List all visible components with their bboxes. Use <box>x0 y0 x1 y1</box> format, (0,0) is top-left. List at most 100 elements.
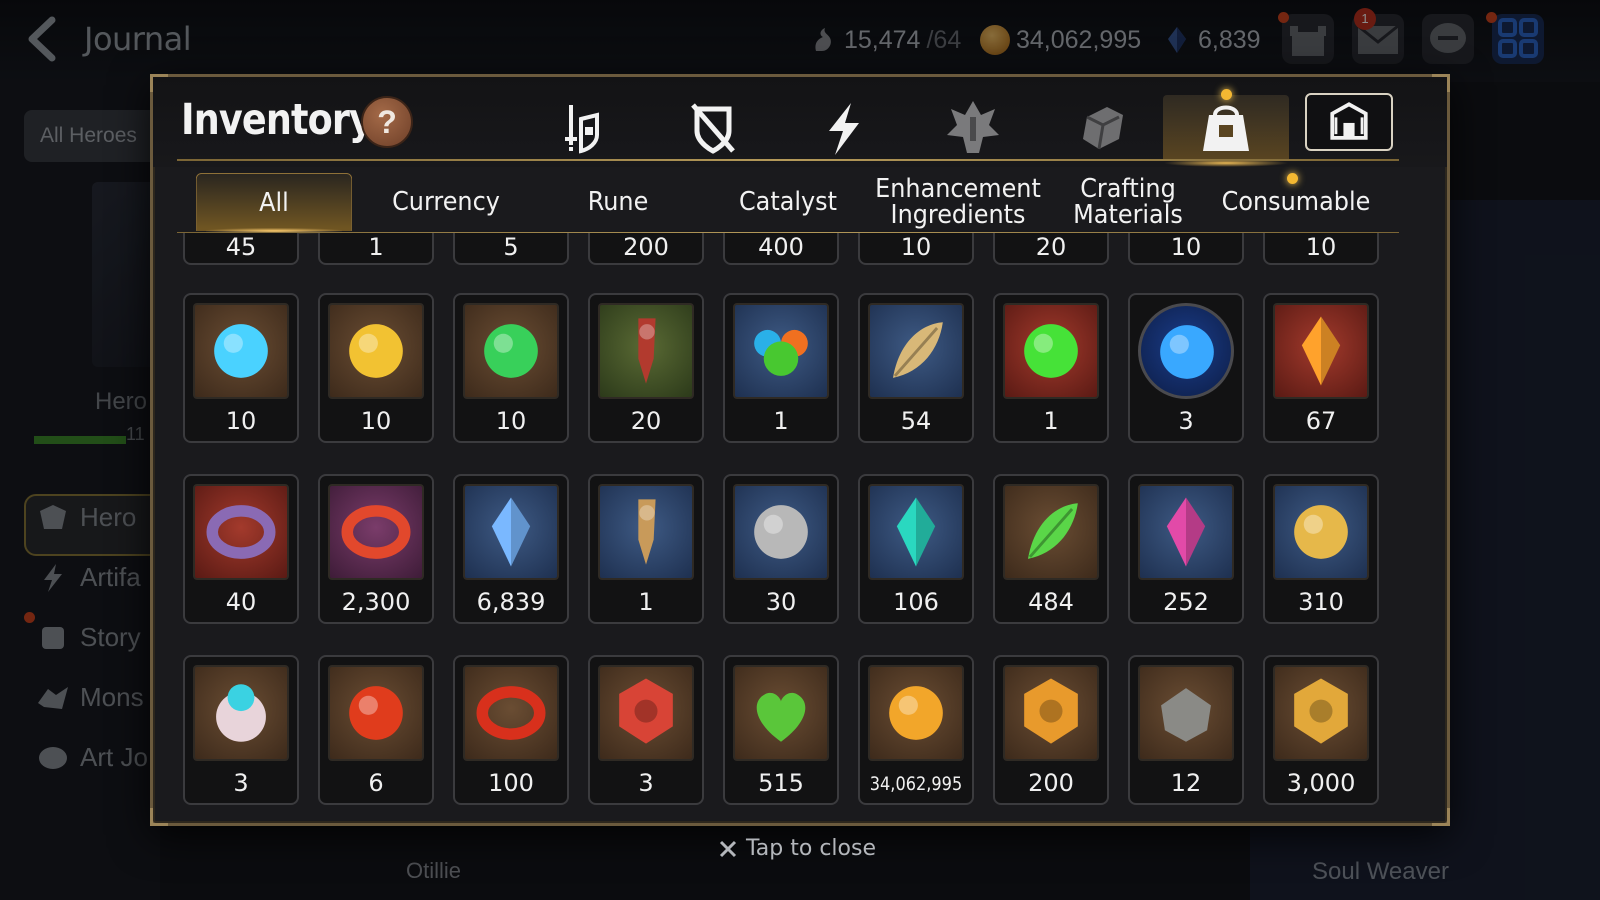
lightning-icon <box>829 103 859 155</box>
item-quantity: 34,062,995 <box>869 773 963 795</box>
silver-coin-icon <box>733 484 829 580</box>
equipment-tab[interactable] <box>533 95 633 161</box>
storage-button[interactable] <box>1305 93 1393 151</box>
item-quantity: 10 <box>495 407 527 435</box>
leaf-icon <box>1003 484 1099 580</box>
inventory-slot[interactable]: 252 <box>1128 474 1244 624</box>
item-quantity: 10 <box>360 407 392 435</box>
inventory-slot[interactable]: 6,839 <box>453 474 569 624</box>
tab-rune[interactable]: Rune <box>542 173 695 231</box>
modal-title: Inventory <box>181 95 373 145</box>
header-divider <box>177 159 1399 161</box>
gold-rune-icon <box>328 303 424 399</box>
feather-root-icon <box>868 303 964 399</box>
item-quantity: 10 <box>1305 233 1337 261</box>
inventory-slot[interactable]: 6 <box>318 655 434 805</box>
tab-crafting-materials[interactable]: Crafting Materials <box>1059 173 1197 231</box>
fire-orb-icon <box>328 665 424 761</box>
inventory-slot[interactable]: 400 <box>723 233 839 265</box>
item-quantity: 1 <box>368 233 384 261</box>
storage-castle-icon <box>1330 102 1368 140</box>
close-hint-label: Tap to close <box>746 836 876 861</box>
inventory-slot[interactable]: 20 <box>588 293 704 443</box>
sword-shield-icon <box>565 105 599 154</box>
close-icon <box>719 840 737 857</box>
exclusive-tab[interactable] <box>923 95 1023 161</box>
inventory-slot[interactable]: 106 <box>858 474 974 624</box>
inventory-slot[interactable]: 45 <box>183 233 299 265</box>
inventory-slot[interactable]: 484 <box>993 474 1109 624</box>
item-quantity: 3 <box>638 769 654 797</box>
material-tab[interactable] <box>1053 95 1153 161</box>
blue-rune-icon <box>193 303 289 399</box>
inventory-slot[interactable]: 10 <box>858 233 974 265</box>
inventory-slot[interactable]: 100 <box>453 655 569 805</box>
inventory-slot[interactable]: 1 <box>318 233 434 265</box>
inventory-slot[interactable]: 10 <box>183 293 299 443</box>
blue-gem-icon <box>463 484 559 580</box>
item-quantity: 6,839 <box>476 588 546 616</box>
items-tab[interactable] <box>1163 89 1289 167</box>
inventory-slot[interactable]: 1 <box>723 293 839 443</box>
broken-equipment-tab[interactable] <box>663 95 763 161</box>
item-quantity: 106 <box>893 588 939 616</box>
inventory-grid[interactable]: 45 1 5 200 400 10 20 10 10 10 10 10 20 1 54 1 3 67 40 2,300… <box>153 233 1447 823</box>
inventory-slot[interactable]: 10 <box>453 293 569 443</box>
tab-currency[interactable]: Currency <box>370 173 523 231</box>
item-quantity: 1 <box>773 407 789 435</box>
item-quantity: 20 <box>1035 233 1067 261</box>
artifact-tab[interactable] <box>793 95 893 161</box>
help-button[interactable]: ? <box>361 96 413 148</box>
item-quantity: 400 <box>758 233 804 261</box>
inventory-slot[interactable]: 2,300 <box>318 474 434 624</box>
item-quantity: 40 <box>225 588 257 616</box>
stone-icon <box>1138 665 1234 761</box>
inventory-slot[interactable]: 10 <box>1128 233 1244 265</box>
tab-enhancement-ingredients[interactable]: Enhancement Ingredients <box>872 173 1043 231</box>
inventory-slot[interactable]: 1 <box>588 474 704 624</box>
item-quantity: 12 <box>1170 769 1202 797</box>
inventory-slot[interactable]: 310 <box>1263 474 1379 624</box>
inventory-slot[interactable]: 3 <box>588 655 704 805</box>
inventory-slot[interactable]: 54 <box>858 293 974 443</box>
bag-icon <box>1203 105 1249 151</box>
close-hint[interactable]: Tap to close <box>718 836 876 861</box>
gold-coin-icon <box>868 665 964 761</box>
inventory-slot[interactable]: 20 <box>993 233 1109 265</box>
blue-sigil-icon <box>1138 303 1234 399</box>
robot-icon <box>193 665 289 761</box>
inventory-slot[interactable]: 5 <box>453 233 569 265</box>
tab-all[interactable]: All <box>195 173 353 234</box>
red-ring-icon <box>328 484 424 580</box>
item-quantity: 200 <box>623 233 669 261</box>
inventory-slot[interactable]: 3,000 <box>1263 655 1379 805</box>
star-amulet-icon <box>1273 484 1369 580</box>
inventory-slot[interactable]: 67 <box>1263 293 1379 443</box>
inventory-slot[interactable]: 30 <box>723 474 839 624</box>
green-heart-icon <box>733 665 829 761</box>
inventory-slot[interactable]: 3 <box>1128 293 1244 443</box>
item-quantity: 20 <box>630 407 662 435</box>
tab-catalyst[interactable]: Catalyst <box>712 173 865 231</box>
inventory-slot[interactable]: 12 <box>1128 655 1244 805</box>
green-potion-icon <box>1003 303 1099 399</box>
inventory-slot[interactable]: 40 <box>183 474 299 624</box>
inventory-slot[interactable]: 34,062,995 <box>858 655 974 805</box>
inventory-slot[interactable]: 515 <box>723 655 839 805</box>
inventory-slot[interactable]: 200 <box>588 233 704 265</box>
item-quantity: 310 <box>1298 588 1344 616</box>
new-item-dot <box>1287 173 1298 184</box>
inventory-slot[interactable]: 3 <box>183 655 299 805</box>
inventory-slot[interactable]: 200 <box>993 655 1109 805</box>
crest-icon <box>947 101 999 153</box>
item-quantity: 67 <box>1305 407 1337 435</box>
seal-icon <box>598 665 694 761</box>
inventory-slot[interactable]: 10 <box>1263 233 1379 265</box>
item-quantity: 200 <box>1028 769 1074 797</box>
inventory-slot[interactable]: 10 <box>318 293 434 443</box>
inventory-slot[interactable]: 1 <box>993 293 1109 443</box>
item-quantity: 3,000 <box>1286 769 1356 797</box>
item-quantity: 45 <box>225 233 257 261</box>
fist-emblem-icon <box>1273 665 1369 761</box>
new-item-dot <box>1221 89 1232 100</box>
